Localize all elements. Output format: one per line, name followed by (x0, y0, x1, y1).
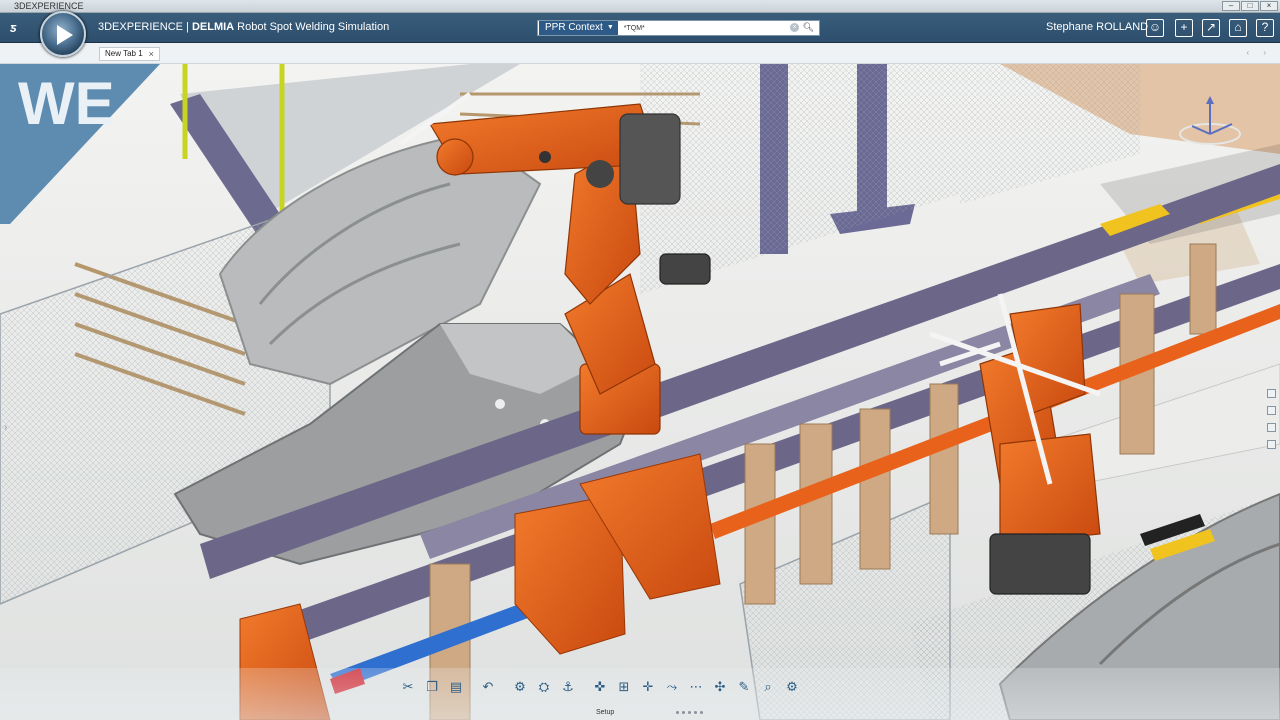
tool-icon-3[interactable] (1267, 423, 1276, 432)
context-label: PPR Context (545, 22, 603, 33)
fixture-icon[interactable]: ⊞ (613, 676, 635, 698)
clear-icon[interactable]: × (790, 23, 799, 32)
copy-icon[interactable]: ❐ (421, 676, 443, 698)
compass-tool-icon[interactable]: ✣ (709, 676, 731, 698)
undo-icon[interactable]: ↶ (477, 676, 499, 698)
context-dropdown[interactable]: PPR Context ▼ (539, 21, 618, 35)
maximize-button[interactable]: □ (1241, 1, 1259, 11)
tab-strip: New Tab 1 × ‹ › (0, 43, 1280, 64)
tool-icon-1[interactable] (1267, 389, 1276, 398)
ds-logo-icon: ƽ (10, 20, 17, 35)
app-brand: 3DEXPERIENCE | (98, 21, 192, 33)
section-label[interactable]: Setup (596, 709, 614, 716)
factory-scene: WE (0, 64, 1280, 720)
action-bar: ✂ ❐ ▤ ↶ ⚙ ⛭ ⚓ ✜ ⊞ ✛ ⤳ ⋯ ✣ ✎ ⌕ ⚙ Setup (0, 668, 1280, 720)
spot-icon[interactable]: ✛ (637, 676, 659, 698)
home-icon[interactable]: ⌂ (1229, 19, 1247, 37)
settings-icon[interactable]: ⚙ (781, 676, 803, 698)
share-icon[interactable]: ↗ (1202, 19, 1220, 37)
search-icon[interactable]: 🔍︎ (803, 22, 814, 33)
section-dots[interactable] (676, 711, 703, 714)
separator (469, 676, 475, 698)
tab-scroll-arrows[interactable]: ‹ › (1246, 48, 1272, 57)
app-subtitle: Robot Spot Welding Simulation (234, 21, 390, 33)
close-tab-icon[interactable]: × (149, 48, 154, 60)
search-input[interactable] (623, 24, 784, 32)
app-title: 3DEXPERIENCE | DELMIA Robot Spot Welding… (98, 21, 389, 33)
close-window-button[interactable]: × (1260, 1, 1278, 11)
robot-icon[interactable]: ⚙ (509, 676, 531, 698)
right-toolbar (1267, 389, 1277, 449)
tool-icon-4[interactable] (1267, 440, 1276, 449)
add-icon[interactable]: + (1175, 19, 1193, 37)
compass-icon[interactable] (40, 11, 86, 57)
search-box: PPR Context ▼ × 🔍︎ (537, 20, 820, 36)
gun-icon[interactable]: ✜ (589, 676, 611, 698)
user-profile-icon[interactable]: ☺ (1146, 19, 1164, 37)
action-toolbar: ✂ ❐ ▤ ↶ ⚙ ⛭ ⚓ ✜ ⊞ ✛ ⤳ ⋯ ✣ ✎ ⌕ ⚙ (397, 676, 803, 698)
tool-icon-2[interactable] (1267, 406, 1276, 415)
scissors-icon[interactable]: ✂ (397, 676, 419, 698)
tool-icon[interactable]: ✎ (733, 676, 755, 698)
play-icon (57, 25, 73, 45)
svg-text:WE: WE (18, 70, 115, 137)
user-name[interactable]: Stephane ROLLAND (1046, 21, 1148, 33)
separator (501, 676, 507, 698)
tab-new-tab-1[interactable]: New Tab 1 × (99, 47, 160, 61)
magnifier-icon[interactable]: ⌕ (757, 676, 779, 698)
tab-label: New Tab 1 (105, 49, 143, 58)
device-icon[interactable]: ⛭ (533, 676, 555, 698)
paste-icon[interactable]: ▤ (445, 676, 467, 698)
chevron-down-icon: ▼ (606, 24, 614, 31)
help-icon[interactable]: ? (1256, 19, 1274, 37)
os-title-bar: 3DEXPERIENCE – □ × (0, 0, 1280, 13)
separator (581, 676, 587, 698)
app-name: DELMIA (191, 21, 235, 33)
expand-tree-arrow-icon[interactable]: › (4, 422, 7, 433)
path-icon[interactable]: ⤳ (661, 676, 683, 698)
minimize-button[interactable]: – (1222, 1, 1240, 11)
app-header: ƽ 3DEXPERIENCE | DELMIA Robot Spot Weldi… (0, 11, 1280, 57)
os-title-text: 3DEXPERIENCE (14, 1, 84, 11)
anchor-icon[interactable]: ⚓ (557, 676, 579, 698)
3d-viewport[interactable]: WE › (0, 64, 1280, 720)
dotted-path-icon[interactable]: ⋯ (685, 676, 707, 698)
